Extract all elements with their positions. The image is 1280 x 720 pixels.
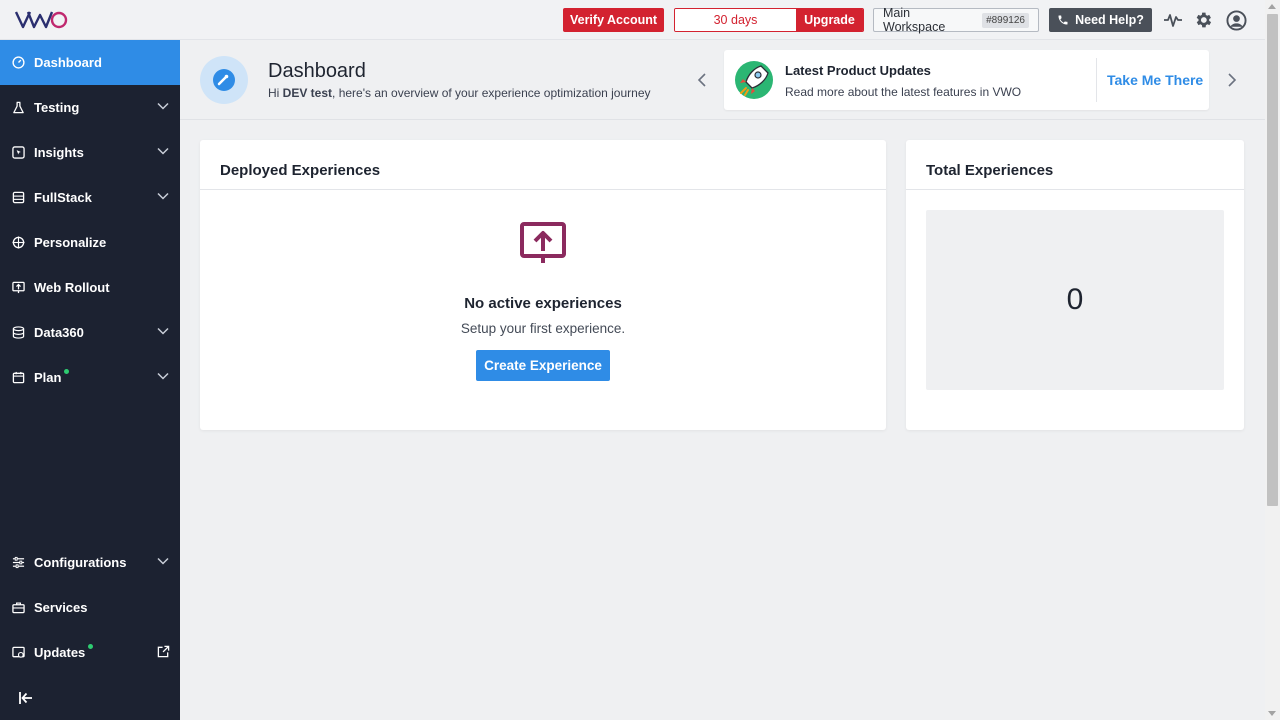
user-avatar-icon[interactable] [1225,9,1247,31]
dashboard-badge-icon [200,56,248,104]
page-title: Dashboard [268,60,366,82]
chevron-down-icon [157,192,169,200]
chevron-down-icon [157,372,169,380]
empty-state-subtitle: Setup your first experience. [460,321,626,336]
sidebar-item-testing[interactable]: Testing [0,85,180,130]
sidebar-item-label: Configurations [34,555,127,570]
collapse-sidebar-icon[interactable] [18,690,34,706]
rocket-icon [735,61,773,99]
sidebar-item-configurations[interactable]: Configurations [0,540,180,585]
page-subtitle: Hi DEV test, here's an overview of your … [268,86,651,100]
divider [1096,58,1097,102]
take-me-there-link[interactable]: Take Me There [1107,72,1203,88]
need-help-button[interactable]: Need Help? [1049,8,1152,32]
scroll-thumb[interactable] [1267,14,1278,506]
calendar-icon [11,371,25,385]
card-title: Deployed Experiences [220,162,381,179]
workspace-id: #899126 [982,12,1029,28]
chevron-down-icon [157,557,169,565]
database-icon [11,326,25,340]
sidebar-item-dashboard[interactable]: Dashboard [0,40,180,85]
cursor-icon [11,146,25,160]
divider [200,189,886,190]
server-icon [11,191,25,205]
rollout-icon [11,281,25,295]
workspace-selector[interactable]: Main Workspace #899126 [873,6,1039,34]
phone-icon [1058,15,1068,25]
new-indicator-dot [88,644,94,649]
presentation-upload-icon [520,222,566,263]
empty-state-title: No active experiences [464,295,622,312]
sidebar-item-label: Dashboard [34,55,102,70]
sidebar-item-label: Data360 [34,325,84,340]
top-bar: Verify Account 30 days remaining Upgrade… [0,0,1265,40]
sliders-icon [11,556,25,570]
chevron-right-icon[interactable] [1225,71,1239,89]
total-experiences-card: Total Experiences 0 [906,140,1244,430]
gear-icon[interactable] [1192,9,1214,31]
chevron-left-icon[interactable] [695,71,709,89]
sidebar-item-label: Personalize [34,235,107,250]
verify-account-button[interactable]: Verify Account [563,8,664,32]
trial-banner: 30 days remaining Upgrade [674,8,864,32]
sidebar-item-label: Plan [34,370,62,385]
sidebar: Dashboard Testing Insights FullStack Per… [0,40,180,720]
briefcase-icon [11,601,25,615]
vwo-logo[interactable] [14,9,68,31]
total-count: 0 [926,210,1224,390]
sidebar-item-label: Insights [34,145,84,160]
sidebar-item-fullstack[interactable]: FullStack [0,175,180,220]
create-experience-button[interactable]: Create Experience [476,350,610,381]
chevron-down-icon [157,102,169,110]
sidebar-item-data360[interactable]: Data360 [0,310,180,355]
sidebar-item-services[interactable]: Services [0,585,180,630]
sidebar-item-label: Testing [34,100,80,115]
new-indicator-dot [64,369,70,374]
sidebar-item-updates[interactable]: Updates [0,630,180,675]
chevron-down-icon [157,147,169,155]
sidebar-item-personalize[interactable]: Personalize [0,220,180,265]
user-name: DEV test [282,86,333,100]
upgrade-button[interactable]: Upgrade [796,9,863,31]
deployed-experiences-card: Deployed Experiences No active experienc… [200,140,886,430]
need-help-label: Need Help? [1075,13,1144,27]
updates-icon [11,646,25,660]
sidebar-item-label: Web Rollout [34,280,110,295]
scroll-up-arrow[interactable] [1268,4,1276,9]
gauge-icon [11,56,25,70]
sidebar-item-label: Services [34,600,88,615]
card-title: Total Experiences [926,162,1054,179]
sidebar-item-web-rollout[interactable]: Web Rollout [0,265,180,310]
trial-days-remaining: 30 days remaining [675,9,796,31]
external-link-icon [157,645,170,658]
promo-title: Latest Product Updates [785,63,931,78]
scrollbar[interactable] [1265,0,1280,720]
activity-icon[interactable] [1162,9,1184,31]
flask-icon [11,101,25,115]
sidebar-item-label: FullStack [34,190,92,205]
scroll-down-arrow[interactable] [1268,711,1276,716]
workspace-name: Main Workspace [883,6,946,34]
product-updates-card: Latest Product Updates Read more about t… [724,50,1209,110]
page-header: Dashboard Hi DEV test, here's an overvie… [180,40,1265,120]
sidebar-item-insights[interactable]: Insights [0,130,180,175]
sidebar-item-label: Updates [34,645,86,660]
promo-subtitle: Read more about the latest features in V… [785,85,1022,99]
divider [906,189,1244,190]
sidebar-item-plan[interactable]: Plan [0,355,180,400]
chevron-down-icon [157,327,169,335]
target-icon [11,236,25,250]
